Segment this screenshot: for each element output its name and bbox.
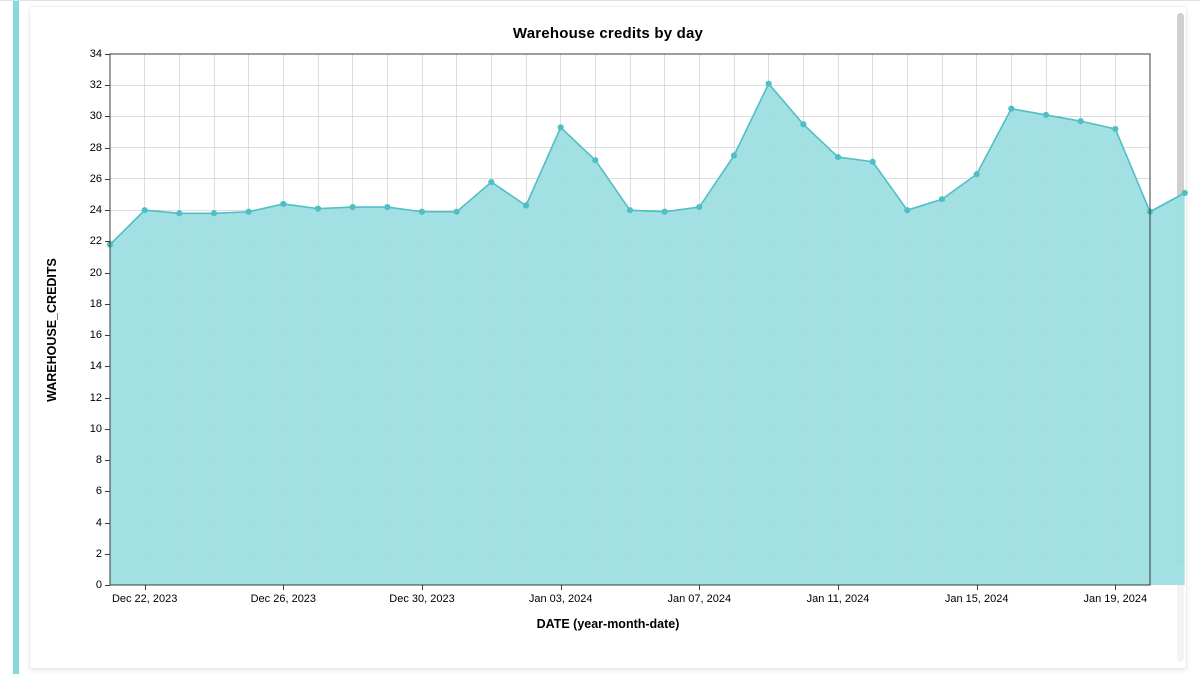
data-point[interactable] xyxy=(142,208,147,213)
chart-title: Warehouse credits by day xyxy=(58,25,1158,42)
x-tick-label: Dec 30, 2023 xyxy=(389,593,454,605)
data-point[interactable] xyxy=(211,211,216,216)
data-point[interactable] xyxy=(246,209,251,214)
y-tick-label: 34 xyxy=(90,48,110,60)
y-tick-label: 8 xyxy=(96,454,110,466)
series-area xyxy=(110,84,1185,585)
y-tick-label: 26 xyxy=(90,173,110,185)
data-point[interactable] xyxy=(939,197,944,202)
y-tick-label: 28 xyxy=(90,142,110,154)
data-point[interactable] xyxy=(905,208,910,213)
data-point[interactable] xyxy=(385,204,390,209)
x-tick-label: Dec 22, 2023 xyxy=(112,593,177,605)
data-point[interactable] xyxy=(1182,190,1187,195)
y-tick-label: 22 xyxy=(90,235,110,247)
data-point[interactable] xyxy=(177,211,182,216)
y-tick-label: 0 xyxy=(96,579,110,591)
plot-area xyxy=(110,54,1150,585)
y-axis-label: WAREHOUSE_CREDITS xyxy=(45,258,59,402)
chart-panel: Warehouse credits by day WAREHOUSE_CREDI… xyxy=(30,7,1186,668)
y-tick-label: 12 xyxy=(90,392,110,404)
page-root: Warehouse credits by day WAREHOUSE_CREDI… xyxy=(0,0,1200,674)
data-point[interactable] xyxy=(697,204,702,209)
data-point[interactable] xyxy=(766,81,771,86)
data-point[interactable] xyxy=(281,201,286,206)
y-tick-label: 18 xyxy=(90,298,110,310)
data-point[interactable] xyxy=(731,153,736,158)
x-tick-label: Jan 11, 2024 xyxy=(807,593,870,605)
y-tick-label: 16 xyxy=(90,329,110,341)
y-tick-label: 10 xyxy=(90,423,110,435)
data-point[interactable] xyxy=(489,179,494,184)
data-point[interactable] xyxy=(627,208,632,213)
y-tick-label: 2 xyxy=(96,548,110,560)
x-tick-label: Jan 19, 2024 xyxy=(1084,593,1148,605)
data-point[interactable] xyxy=(1113,126,1118,131)
data-point[interactable] xyxy=(523,203,528,208)
chart-svg xyxy=(110,54,1150,585)
y-tick-label: 32 xyxy=(90,79,110,91)
data-point[interactable] xyxy=(1009,106,1014,111)
x-tick-label: Jan 03, 2024 xyxy=(529,593,593,605)
y-tick-label: 20 xyxy=(90,267,110,279)
data-point[interactable] xyxy=(870,159,875,164)
y-tick-label: 30 xyxy=(90,110,110,122)
data-point[interactable] xyxy=(419,209,424,214)
data-point[interactable] xyxy=(558,125,563,130)
data-point[interactable] xyxy=(662,209,667,214)
data-point[interactable] xyxy=(1078,119,1083,124)
x-tick-label: Jan 07, 2024 xyxy=(668,593,732,605)
x-tick-label: Jan 15, 2024 xyxy=(945,593,1009,605)
data-point[interactable] xyxy=(350,204,355,209)
plot-box: WAREHOUSE_CREDITS 0246810121416182022242… xyxy=(58,48,1158,611)
data-point[interactable] xyxy=(1043,112,1048,117)
y-tick-label: 6 xyxy=(96,485,110,497)
data-point[interactable] xyxy=(974,172,979,177)
y-tick-label: 24 xyxy=(90,204,110,216)
y-tick-label: 4 xyxy=(96,517,110,529)
data-point[interactable] xyxy=(315,206,320,211)
y-tick-label: 14 xyxy=(90,360,110,372)
x-tick-label: Dec 26, 2023 xyxy=(251,593,316,605)
data-point[interactable] xyxy=(801,122,806,127)
chart-wrap: Warehouse credits by day WAREHOUSE_CREDI… xyxy=(58,25,1158,642)
data-point[interactable] xyxy=(593,158,598,163)
x-axis-label: DATE (year-month-date) xyxy=(58,617,1158,631)
data-point[interactable] xyxy=(835,154,840,159)
accent-bar xyxy=(13,1,19,674)
data-point[interactable] xyxy=(454,209,459,214)
